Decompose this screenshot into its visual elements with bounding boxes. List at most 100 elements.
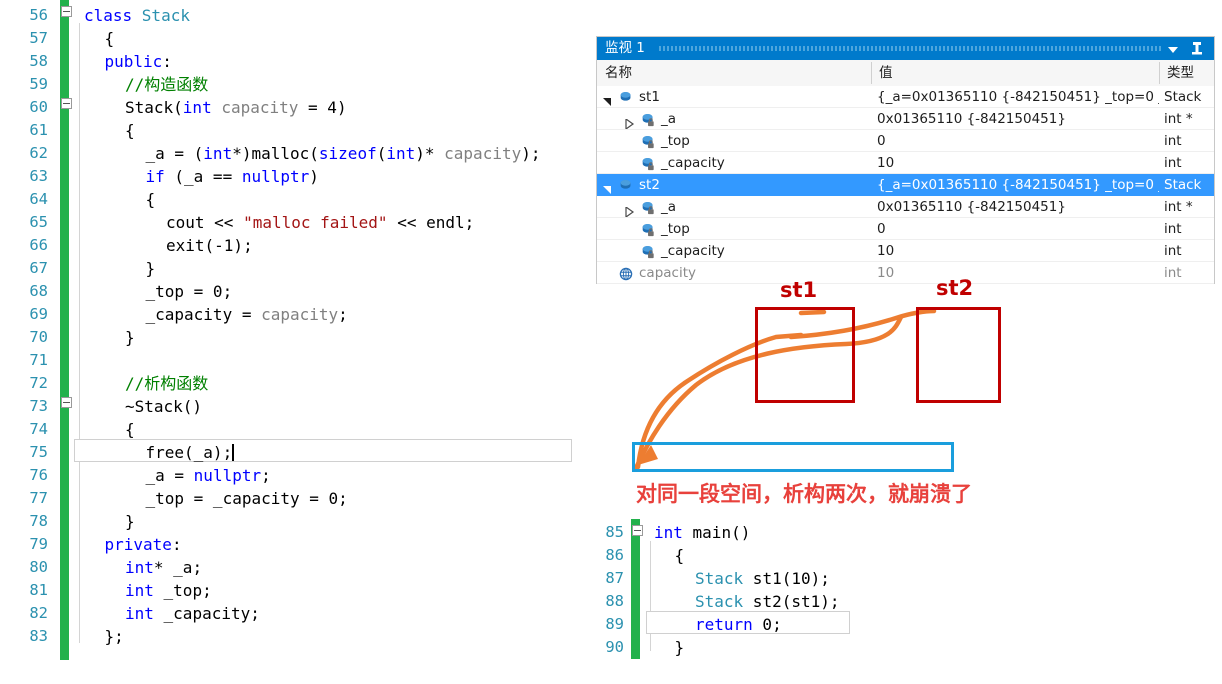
field-private-icon <box>641 134 656 149</box>
watch-row[interactable]: capacity 10 int <box>597 262 1214 284</box>
watch-row[interactable]: st2 {_a=0x01365110 {-842150451} _top=0 _c… <box>597 174 1214 196</box>
field-private-glyph <box>642 135 654 149</box>
code-token: int <box>654 523 683 542</box>
watch-row[interactable]: _capacity 10 int <box>597 152 1214 174</box>
code-line[interactable]: } <box>125 326 135 349</box>
code-token: ( <box>376 144 387 163</box>
watch-cell-value[interactable]: 10 <box>871 152 1159 174</box>
code-line[interactable]: _top = _capacity = 0; <box>146 487 348 510</box>
code-line[interactable]: { <box>146 188 156 211</box>
expander-expand-icon[interactable] <box>625 202 635 218</box>
code-line[interactable]: _a = (int*)malloc(sizeof(int)* capacity)… <box>146 142 541 165</box>
code-line[interactable]: { <box>125 119 135 142</box>
code-line[interactable]: ~Stack() <box>125 395 202 418</box>
watch-cell-name[interactable]: st2 <box>597 174 871 196</box>
outline-collapse-class-icon[interactable] <box>61 6 72 17</box>
watch-type-text: int <box>1164 243 1182 259</box>
pin-icon[interactable] <box>1186 37 1208 60</box>
watch-cell-name[interactable]: st1 <box>597 86 871 108</box>
code-line[interactable]: _capacity = capacity; <box>146 303 348 326</box>
watch-cell-name[interactable]: _capacity <box>597 152 871 174</box>
code-line[interactable]: if (_a == nullptr) <box>146 165 319 188</box>
code-line[interactable]: Stack st2(st1); <box>695 590 840 613</box>
outline-collapse-dtor-icon[interactable] <box>61 397 72 408</box>
code-line[interactable]: //构造函数 <box>125 73 208 96</box>
code-token: Stack <box>695 569 744 588</box>
code-editor-bottom[interactable]: 85 int main() 86 {87 Stack st1(10); 88 Stack s… <box>590 509 1010 684</box>
watch-cell-value[interactable]: 0x01365110 {-842150451} <box>871 108 1159 130</box>
code-line[interactable]: //析构函数 <box>125 372 208 395</box>
expander-expand-icon[interactable] <box>625 114 635 130</box>
watch-cell-name[interactable]: _capacity <box>597 240 871 262</box>
code-line[interactable]: private: <box>105 533 182 556</box>
field-glyph <box>620 179 631 189</box>
column-header-value[interactable]: 值 <box>871 60 1159 86</box>
watch-row[interactable]: _a 0x01365110 {-842150451} int * <box>597 196 1214 218</box>
code-line[interactable]: int main() <box>654 521 750 544</box>
watch-cell-name[interactable]: _top <box>597 218 871 240</box>
code-line[interactable]: cout << "malloc failed" << endl; <box>166 211 474 234</box>
code-line[interactable]: free(_a); <box>146 441 235 464</box>
watch-cell-name[interactable]: capacity <box>597 262 871 284</box>
watch-cell-value[interactable]: 10 <box>871 240 1159 262</box>
code-token: int <box>182 98 212 117</box>
outline-collapse-main-icon[interactable] <box>632 525 643 536</box>
watch-row[interactable]: _a 0x01365110 {-842150451} int * <box>597 108 1214 130</box>
code-line[interactable]: _a = nullptr; <box>146 464 271 487</box>
watch-cell-value[interactable]: 0 <box>871 130 1159 152</box>
watch-name-text: _capacity <box>661 243 725 259</box>
watch-rows-container: st1 {_a=0x01365110 {-842150451} _top=0 _c… <box>597 86 1214 284</box>
watch-value-text: {_a=0x01365110 {-842150451} _top=0 _ca <box>877 89 1159 105</box>
code-line[interactable]: }; <box>105 625 124 648</box>
column-header-name[interactable]: 名称 <box>597 60 871 86</box>
watch-cell-value[interactable]: 10 <box>871 262 1159 284</box>
code-line[interactable]: _top = 0; <box>146 280 233 303</box>
code-line[interactable]: } <box>125 510 135 533</box>
code-line[interactable]: } <box>146 257 156 280</box>
watch-value-text: 0x01365110 {-842150451} <box>877 111 1066 127</box>
code-line[interactable]: { <box>125 418 135 441</box>
watch-row[interactable]: _top 0 int <box>597 130 1214 152</box>
watch-cell-name[interactable]: _top <box>597 130 871 152</box>
watch-cell-value[interactable]: 0 <box>871 218 1159 240</box>
line-number: 77 <box>29 489 48 507</box>
code-token: _a = ( <box>145 144 204 163</box>
watch-cell-value[interactable]: 0x01365110 {-842150451} <box>871 196 1159 218</box>
chevron-down-icon[interactable] <box>1162 37 1184 60</box>
expander-collapse-icon[interactable] <box>603 180 613 194</box>
code-line[interactable]: { <box>675 544 685 567</box>
code-line[interactable]: int _top; <box>125 579 212 602</box>
code-line[interactable]: int _capacity; <box>125 602 260 625</box>
code-editor-top[interactable]: 56 class Stack 57 {58 public: 59 //构造函数 60 Stack… <box>0 0 595 684</box>
watch-row[interactable]: _top 0 int <box>597 218 1214 240</box>
watch-row[interactable]: st1 {_a=0x01365110 {-842150451} _top=0 _c… <box>597 86 1214 108</box>
code-line[interactable]: return 0; <box>695 613 782 636</box>
watch-cell-value[interactable]: {_a=0x01365110 {-842150451} _top=0 _ca <box>871 86 1159 108</box>
watch-window[interactable]: 监视 1 名称 值 类型 st1 {_a=0x01365110 {-8421504… <box>596 36 1215 284</box>
code-token: : <box>162 52 172 71</box>
code-line[interactable]: Stack(int capacity = 4) <box>125 96 347 119</box>
watch-cell-value[interactable]: {_a=0x01365110 {-842150451} _top=0 _ca <box>871 174 1159 196</box>
code-line[interactable]: class Stack <box>84 4 190 27</box>
code-line[interactable]: int* _a; <box>125 556 202 579</box>
code-line[interactable]: Stack st1(10); <box>695 567 830 590</box>
watch-cell-name[interactable]: _a <box>597 108 871 130</box>
code-token: capacity <box>261 305 339 324</box>
watch-window-titlebar[interactable]: 监视 1 <box>597 37 1214 60</box>
code-line[interactable]: } <box>675 636 685 659</box>
code-token: return <box>695 615 753 634</box>
code-token: capacity <box>221 98 299 117</box>
watch-row[interactable]: _capacity 10 int <box>597 240 1214 262</box>
code-line[interactable]: exit(-1); <box>166 234 253 257</box>
watch-cell-name[interactable]: _a <box>597 196 871 218</box>
code-line[interactable]: public: <box>105 50 172 73</box>
line-number: 66 <box>29 236 48 254</box>
code-token: ; <box>261 466 271 485</box>
column-header-type[interactable]: 类型 <box>1159 60 1214 86</box>
outline-collapse-ctor-icon[interactable] <box>61 98 72 109</box>
triangle-down-glyph <box>603 98 611 106</box>
code-line[interactable]: { <box>105 27 115 50</box>
code-token: (_a == <box>164 167 242 186</box>
expander-collapse-icon[interactable] <box>603 92 613 106</box>
code-token: } <box>145 259 156 278</box>
